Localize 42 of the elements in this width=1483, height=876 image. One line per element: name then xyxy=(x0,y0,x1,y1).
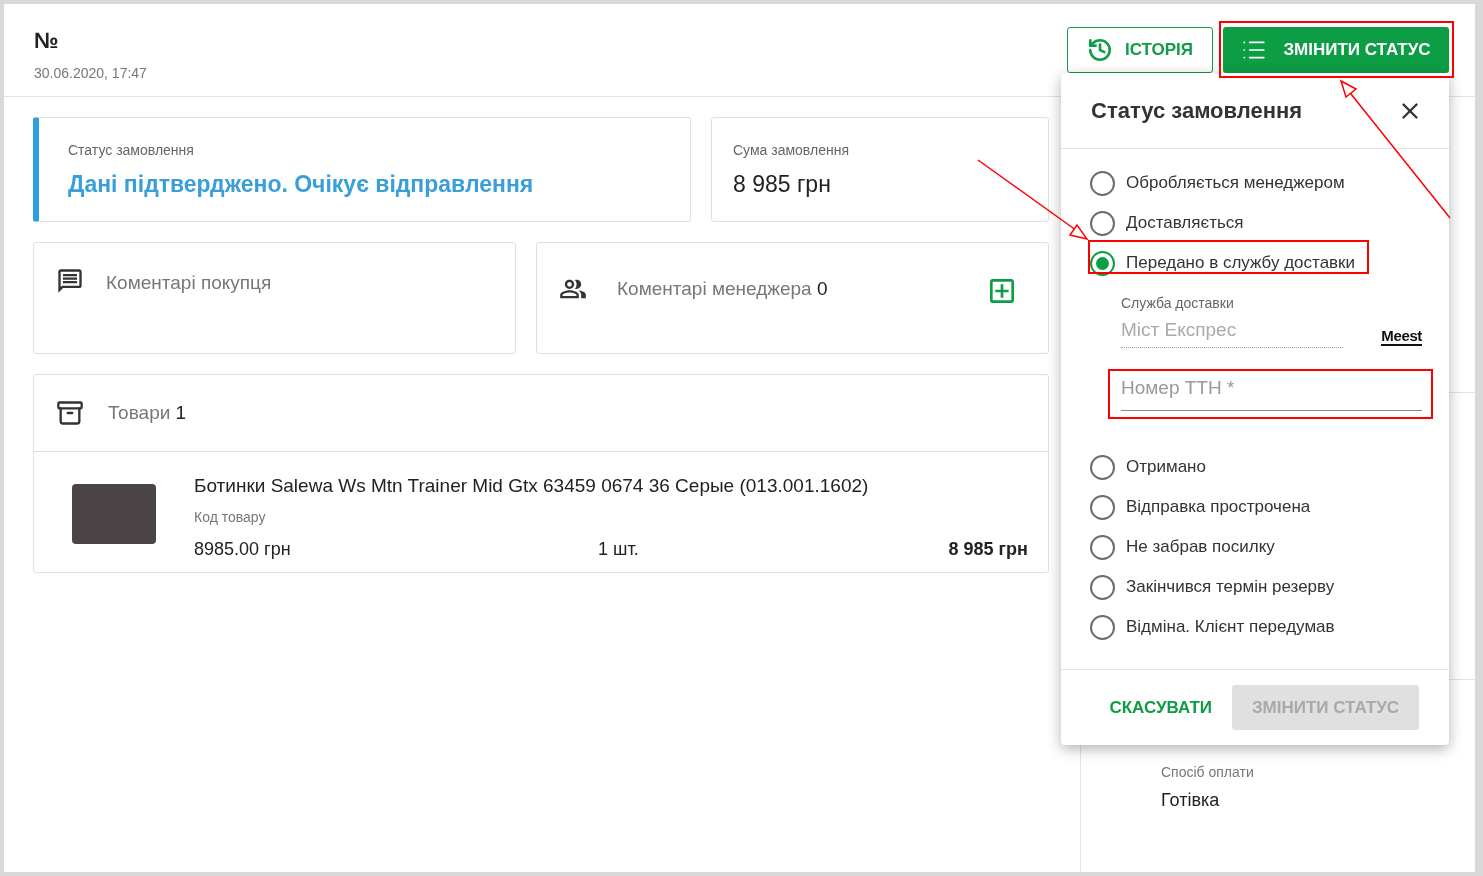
courier-logo: Meest xyxy=(1381,327,1422,346)
status-option-label[interactable]: Передано в службу доставки xyxy=(1126,250,1356,276)
product-name: Ботинки Salewa Ws Mtn Trainer Mid Gtx 63459 0674 36 Серые (013.001.1602) xyxy=(194,474,870,498)
status-option-label[interactable]: Відміна. Клієнт передумав xyxy=(1126,614,1335,640)
message-icon xyxy=(56,267,84,295)
change-status-button[interactable]: ЗМІНИТИ СТАТУС xyxy=(1223,27,1449,73)
radio-button[interactable] xyxy=(1090,454,1115,480)
product-price: 8985.00 грн xyxy=(194,537,292,561)
order-number: № xyxy=(34,28,60,54)
product-quantity: 1 шт. xyxy=(598,537,639,561)
dialog-title: Статус замовлення xyxy=(1091,97,1303,125)
history-button[interactable]: ІСТОРІЯ xyxy=(1067,27,1213,73)
radio-button[interactable] xyxy=(1090,574,1115,600)
product-total: 8 985 грн xyxy=(948,537,1028,561)
status-option-label[interactable]: Доставляється xyxy=(1126,210,1244,236)
buyer-comments-title: Коментарі покупця xyxy=(106,271,272,295)
status-option-label[interactable]: Відправка прострочена xyxy=(1126,494,1311,520)
radio-button[interactable] xyxy=(1090,210,1115,236)
payment-label: Спосіб оплати xyxy=(1161,763,1255,782)
sum-value: 8 985 грн xyxy=(733,170,832,199)
status-option-label[interactable]: Не забрав посилку xyxy=(1126,534,1275,560)
products-title: Товари 1 xyxy=(108,400,187,425)
manager-comments-title: Коментарі менеджера 0 xyxy=(617,277,828,301)
status-option-label[interactable]: Закінчився термін резерву xyxy=(1126,574,1335,600)
radio-button[interactable] xyxy=(1090,614,1115,640)
delivery-service-label: Служба доставки xyxy=(1121,294,1235,313)
archive-icon xyxy=(56,399,84,427)
payment-value: Готівка xyxy=(1161,789,1221,812)
order-date: 30.06.2020, 17:47 xyxy=(34,64,147,83)
radio-button[interactable] xyxy=(1090,250,1115,276)
radio-button[interactable] xyxy=(1090,170,1115,196)
ttn-input-field[interactable]: Номер ТТН * xyxy=(1121,373,1422,411)
status-option-label[interactable]: Отримано xyxy=(1126,454,1206,480)
history-icon xyxy=(1086,37,1113,63)
product-code-label: Код товару xyxy=(194,507,267,527)
status-value: Дані підтверджено. Очікує відправлення xyxy=(68,170,535,199)
sum-label: Сума замовлення xyxy=(733,141,850,160)
status-label: Статус замовлення xyxy=(68,141,195,160)
radio-button[interactable] xyxy=(1090,494,1115,520)
radio-button[interactable] xyxy=(1090,534,1115,560)
status-option-label[interactable]: Обробляється менеджером xyxy=(1126,170,1345,196)
cancel-button[interactable]: СКАСУВАТИ xyxy=(1109,694,1212,721)
